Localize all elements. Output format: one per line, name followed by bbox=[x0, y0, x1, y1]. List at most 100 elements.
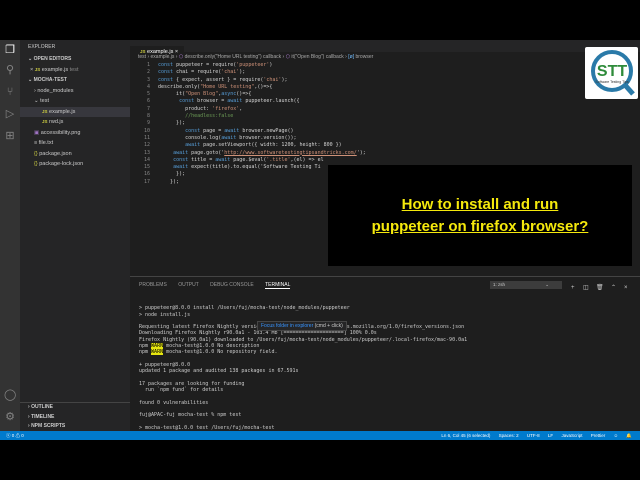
code-line: 10 const page = await browser.newPage() bbox=[130, 128, 640, 135]
tree-label: node_modules bbox=[37, 87, 74, 94]
notifications-bell-icon[interactable]: 🔔 bbox=[626, 433, 632, 438]
json-file-icon: {} bbox=[34, 161, 38, 167]
timeline-section[interactable]: › TIMELINE bbox=[20, 413, 130, 423]
run-debug-icon[interactable]: ▷ bbox=[4, 108, 16, 120]
settings-gear-icon[interactable]: ⚙ bbox=[4, 411, 16, 423]
project-label: MOCHA-TEST bbox=[33, 77, 67, 83]
activity-bar: ❐ ⚲ ⑂ ▷ ⊞ ◯ ⚙ bbox=[0, 40, 20, 431]
code-line: 3 const { expect, assert } = require('cha… bbox=[130, 77, 640, 84]
outline-section[interactable]: › OUTLINE bbox=[20, 403, 130, 413]
function-icon: ⬡ bbox=[285, 54, 290, 60]
open-editors-header[interactable]: ⌄ OPEN EDITORS bbox=[20, 54, 130, 65]
error-count: 0 bbox=[11, 433, 15, 438]
tab-problems[interactable]: PROBLEMS bbox=[139, 282, 167, 288]
explorer-sidebar: EXPLORER ⌄ OPEN EDITORS × JS example.js … bbox=[20, 40, 130, 431]
tree-item-package-lock-json[interactable]: {} package-lock.json bbox=[20, 159, 130, 170]
line-number: 4 bbox=[146, 83, 150, 90]
code-line: 11 console.log(await browser.version()); bbox=[130, 135, 640, 142]
terminal-shell-select[interactable]: 1: zsh ⌄ bbox=[490, 281, 562, 289]
tree-label: test bbox=[40, 98, 50, 104]
tree-label: accessibility.png bbox=[40, 129, 81, 136]
code-line: 9 }); bbox=[130, 120, 640, 127]
tree-item-test[interactable]: ⌄ test bbox=[20, 96, 130, 107]
account-icon[interactable]: ◯ bbox=[4, 389, 16, 401]
warning-count: 0 bbox=[21, 433, 24, 438]
code-line: 5 it("Open Blog",async()=>{ bbox=[130, 91, 640, 98]
explorer-title: EXPLORER bbox=[28, 44, 56, 50]
breadcrumb-item[interactable]: example.js bbox=[151, 54, 175, 60]
open-editors-label: OPEN EDITORS bbox=[33, 56, 72, 62]
search-icon[interactable]: ⚲ bbox=[4, 64, 16, 76]
line-number: 6 bbox=[146, 98, 150, 105]
stt-logo: STT Software Testing Tips bbox=[585, 47, 638, 99]
tab-terminal[interactable]: TERMINAL bbox=[265, 282, 291, 289]
line-number: 7 bbox=[146, 105, 150, 112]
text-file-icon: ≡ bbox=[34, 140, 38, 146]
tree-item-node-modules[interactable]: › node_modules bbox=[20, 86, 130, 97]
svg-text:STT: STT bbox=[597, 63, 627, 80]
line-number: 2 bbox=[146, 69, 150, 76]
tree-label: package-lock.json bbox=[39, 161, 84, 167]
overlay-line-2: puppeteer on firefox browser? bbox=[371, 217, 589, 235]
line-number: 10 bbox=[143, 127, 150, 134]
indentation[interactable]: Spaces: 2 bbox=[499, 433, 519, 438]
code-line: 2 const chai = require('chai'); bbox=[130, 69, 640, 76]
line-ending[interactable]: LF bbox=[548, 433, 553, 438]
line-number: 17 bbox=[143, 178, 150, 185]
problems-status[interactable]: ⓧ 0 ⚠ 0 bbox=[6, 433, 24, 438]
extensions-icon[interactable]: ⊞ bbox=[4, 130, 16, 142]
open-editor-item[interactable]: × JS example.js test bbox=[20, 65, 130, 76]
svg-text:Software Testing Tips: Software Testing Tips bbox=[595, 80, 628, 84]
tree-item-example-js[interactable]: JS example.js bbox=[20, 106, 130, 117]
shell-label: 1: zsh bbox=[493, 282, 506, 287]
feedback-icon[interactable]: ☺ bbox=[614, 433, 619, 438]
js-file-icon: JS bbox=[42, 108, 48, 114]
breadcrumb-item[interactable]: browser bbox=[355, 54, 373, 60]
tree-label: example.js bbox=[49, 108, 76, 115]
js-file-icon: JS bbox=[42, 119, 48, 124]
breadcrumb: test › example.js › ⬡ describe.only("Hom… bbox=[138, 54, 374, 60]
language-mode[interactable]: JavaScript bbox=[561, 433, 582, 438]
terminal-output[interactable]: Focus folder in explorer (cmd + click) >… bbox=[130, 293, 640, 438]
tree-item-file-txt[interactable]: ≡ file.txt bbox=[20, 138, 130, 149]
encoding[interactable]: UTF-8 bbox=[527, 433, 540, 438]
video-title-overlay: How to install and run puppeteer on firef… bbox=[328, 165, 632, 266]
code-line: 1 const puppeteer = require('puppeteer') bbox=[130, 62, 640, 69]
tooltip-link[interactable]: Focus folder in explorer bbox=[261, 323, 313, 329]
tree-item-rwd-js[interactable]: JS rwd.js bbox=[20, 117, 130, 128]
project-header[interactable]: ⌄ MOCHA-TEST bbox=[20, 75, 130, 86]
panel: PROBLEMS OUTPUT DEBUG CONSOLE TERMINAL 1… bbox=[130, 276, 640, 437]
code-line: 12 await page.setViewport({ width: 1200,… bbox=[130, 142, 640, 149]
npm-scripts-label: NPM SCRIPTS bbox=[31, 423, 66, 429]
overlay-line-1: How to install and run bbox=[401, 195, 559, 213]
variable-icon: [ø] bbox=[348, 54, 355, 60]
breadcrumb-item[interactable]: it("Open Blog") callback bbox=[291, 54, 343, 60]
cursor-position[interactable]: Ln 6, Col 45 (6 selected) bbox=[441, 433, 490, 438]
code-line: 6 const browser = await puppeteer.launch… bbox=[130, 98, 640, 105]
image-file-icon: ▣ bbox=[34, 129, 40, 136]
formatter[interactable]: Prettier bbox=[591, 433, 606, 438]
timeline-label: TIMELINE bbox=[31, 413, 55, 420]
line-number: 16 bbox=[143, 171, 150, 178]
line-number: 12 bbox=[143, 142, 150, 149]
code-line: 8 //headless:false bbox=[130, 113, 640, 120]
status-bar: ⓧ 0 ⚠ 0 Ln 6, Col 45 (6 selected) Spaces… bbox=[0, 431, 640, 440]
open-editor-dir: test bbox=[69, 66, 79, 73]
tab-debug-console[interactable]: DEBUG CONSOLE bbox=[210, 282, 254, 288]
explorer-icon[interactable]: ❐ bbox=[4, 44, 16, 56]
line-number: 3 bbox=[146, 76, 150, 83]
source-control-icon[interactable]: ⑂ bbox=[4, 86, 16, 98]
breadcrumb-item[interactable]: test bbox=[138, 54, 146, 60]
line-number: 5 bbox=[146, 91, 150, 98]
tab-output[interactable]: OUTPUT bbox=[178, 282, 199, 288]
line-number: 1 bbox=[146, 62, 150, 68]
tree-item-package-json[interactable]: {} package.json bbox=[20, 149, 130, 160]
js-file-icon: JS bbox=[34, 66, 41, 72]
line-number: 13 bbox=[143, 149, 150, 156]
tree-label: rwd.js bbox=[49, 119, 64, 125]
function-icon: ⬡ bbox=[178, 54, 184, 60]
tree-item-accessibility-png[interactable]: ▣ accessibility.png bbox=[20, 128, 130, 139]
line-number: 14 bbox=[143, 156, 150, 163]
breadcrumb-item[interactable]: describe.only("Home URL testing") callba… bbox=[185, 54, 281, 60]
open-editor-file: example.js bbox=[41, 66, 69, 73]
